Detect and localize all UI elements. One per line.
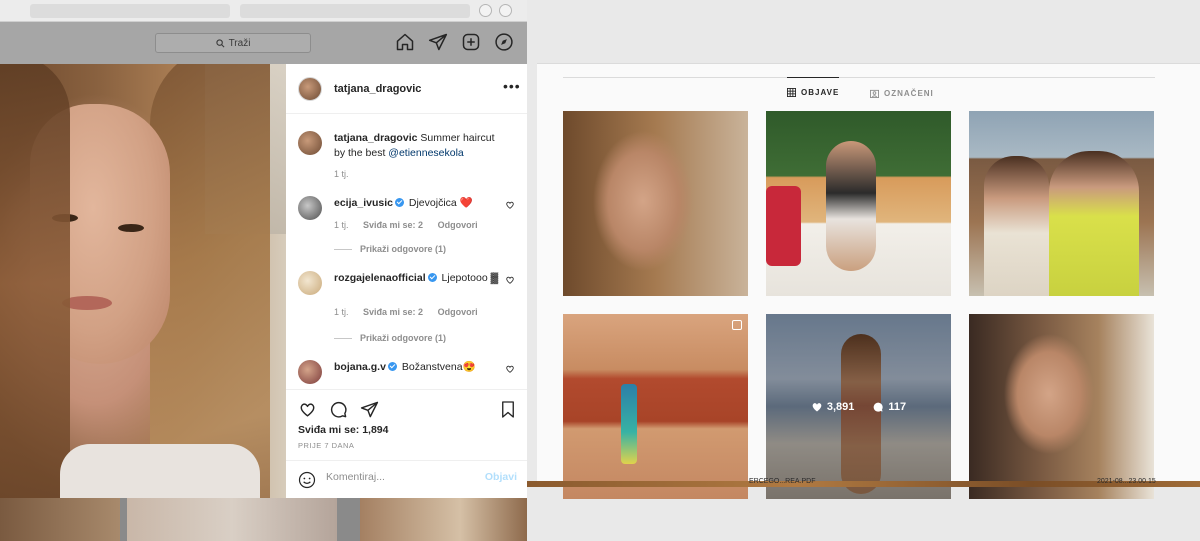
avatar[interactable] (298, 271, 322, 295)
comment-username[interactable]: ecija_ivusic (334, 197, 393, 209)
hover-overlay: 3,891 117 (766, 314, 951, 499)
emoji-icon[interactable] (298, 471, 316, 489)
share-icon[interactable] (360, 400, 379, 419)
background-grid-peek (0, 498, 527, 541)
like-comment-icon[interactable] (505, 275, 515, 285)
status-timestamp: 2021-08...23.00.15 (1097, 478, 1156, 485)
caption-time[interactable]: 1 tj. (334, 169, 349, 179)
direct-icon[interactable] (428, 32, 448, 52)
new-post-icon[interactable] (461, 32, 481, 52)
avatar[interactable] (298, 131, 322, 155)
post-username[interactable]: tatjana_dragovic (334, 83, 421, 95)
bookmark-icon[interactable] (499, 400, 517, 419)
grid-post[interactable]: 3,891 117 (766, 314, 951, 499)
likes-count[interactable]: Sviđa mi se: 1,894 (298, 424, 388, 436)
comment-text: Djevojčica ❤️ (408, 197, 473, 209)
more-options-icon[interactable]: ••• (503, 79, 520, 95)
comment-text: Ljepotooo ▓ (441, 272, 499, 284)
comment-text: Božanstvena😍 (401, 361, 476, 373)
tab-objave[interactable]: OBJAVE (787, 77, 840, 107)
post-photo[interactable] (0, 64, 286, 498)
comment-bubble-icon (874, 402, 884, 412)
comment-time[interactable]: 1 tj. (334, 307, 349, 317)
post-header: tatjana_dragovic ••• (286, 64, 527, 114)
reply-button[interactable]: Odgovori (438, 220, 478, 230)
home-icon[interactable] (395, 32, 415, 52)
reply-button[interactable]: Odgovori (438, 307, 478, 317)
grid-icon (787, 88, 796, 97)
view-replies-label: Prikaži odgovore (1) (360, 333, 447, 343)
comment-likes[interactable]: Sviđa mi se: 2 (363, 220, 423, 230)
like-comment-icon[interactable] (505, 200, 515, 210)
tab-label: OBJAVE (801, 88, 840, 97)
browser-tab-strip (0, 0, 527, 22)
explore-icon[interactable] (494, 32, 514, 52)
search-placeholder: Traži (228, 37, 251, 49)
comment-username[interactable]: bojana.g.v (334, 361, 386, 373)
right-browser-window: OBJAVE OZNAČENI 3,891 117 ERCEGO...REA.P… (527, 0, 1200, 541)
comments-list: tatjana_dragovic Summer haircut by the b… (286, 115, 527, 389)
profile-page: OBJAVE OZNAČENI 3,891 117 (537, 63, 1200, 499)
add-comment: Komentiraj... Objavi (286, 460, 527, 499)
status-strip: ERCEGO...REA.PDF 2021-08...23.00.15 (527, 478, 1200, 487)
comments-count: 117 (888, 400, 907, 413)
comment-time[interactable]: 1 tj. (334, 220, 349, 230)
window-control-icon[interactable] (499, 4, 512, 17)
verified-badge-icon (394, 198, 404, 207)
post-actions: Sviđa mi se: 1,894 PRIJE 7 DANA Komentir… (286, 389, 527, 498)
post-date[interactable]: PRIJE 7 DANA (298, 441, 354, 450)
avatar[interactable] (298, 360, 322, 384)
grid-post[interactable] (969, 111, 1154, 296)
verified-badge-icon (387, 362, 397, 371)
grid-post[interactable] (563, 111, 748, 296)
grid-post[interactable] (766, 111, 951, 296)
browser-tab[interactable] (240, 4, 470, 18)
likes-count: 3,891 (826, 400, 855, 413)
post-comment-button[interactable]: Objavi (485, 471, 517, 483)
avatar[interactable] (298, 196, 322, 220)
comment-likes[interactable]: Sviđa mi se: 2 (363, 307, 423, 317)
tagged-icon (870, 89, 879, 98)
nav-icons (395, 32, 527, 52)
view-replies[interactable]: Prikaži odgovore (1) (334, 333, 446, 343)
like-icon[interactable] (298, 400, 317, 419)
desktop: Traži tatjana_dragovic ••• tatjana_drago… (0, 0, 1200, 541)
browser-tab[interactable] (30, 4, 230, 18)
tab-oznaceni[interactable]: OZNAČENI (870, 78, 934, 108)
caption-mention[interactable]: @etiennesekola (388, 147, 463, 159)
instagram-header: Traži (0, 22, 527, 64)
comments-stat: 117 (872, 401, 906, 413)
like-comment-icon[interactable] (505, 364, 515, 374)
multi-post-icon (732, 320, 742, 330)
view-replies[interactable]: Prikaži odgovore (1) (334, 244, 446, 254)
search-icon (215, 38, 225, 47)
comment-username[interactable]: rozgajelenaofficial (334, 272, 426, 284)
profile-tabs: OBJAVE OZNAČENI (563, 77, 1155, 107)
verified-badge-icon (427, 273, 437, 282)
likes-stat: 3,891 (811, 400, 855, 413)
left-browser-window: Traži tatjana_dragovic ••• tatjana_drago… (0, 0, 527, 541)
search-input[interactable]: Traži (155, 33, 311, 53)
avatar[interactable] (298, 76, 322, 101)
comment-icon[interactable] (329, 400, 348, 419)
heart-icon (812, 402, 822, 411)
status-file-label: ERCEGO...REA.PDF (749, 478, 816, 485)
comment-input[interactable]: Komentiraj... (326, 471, 385, 483)
caption-username[interactable]: tatjana_dragovic (334, 132, 417, 144)
grid-post[interactable] (969, 314, 1154, 499)
grid-post[interactable] (563, 314, 748, 499)
post-panel: tatjana_dragovic ••• tatjana_dragovic Su… (286, 64, 527, 498)
window-control-icon[interactable] (479, 4, 492, 17)
tab-label: OZNAČENI (884, 88, 934, 98)
view-replies-label: Prikaži odgovore (1) (360, 244, 447, 254)
